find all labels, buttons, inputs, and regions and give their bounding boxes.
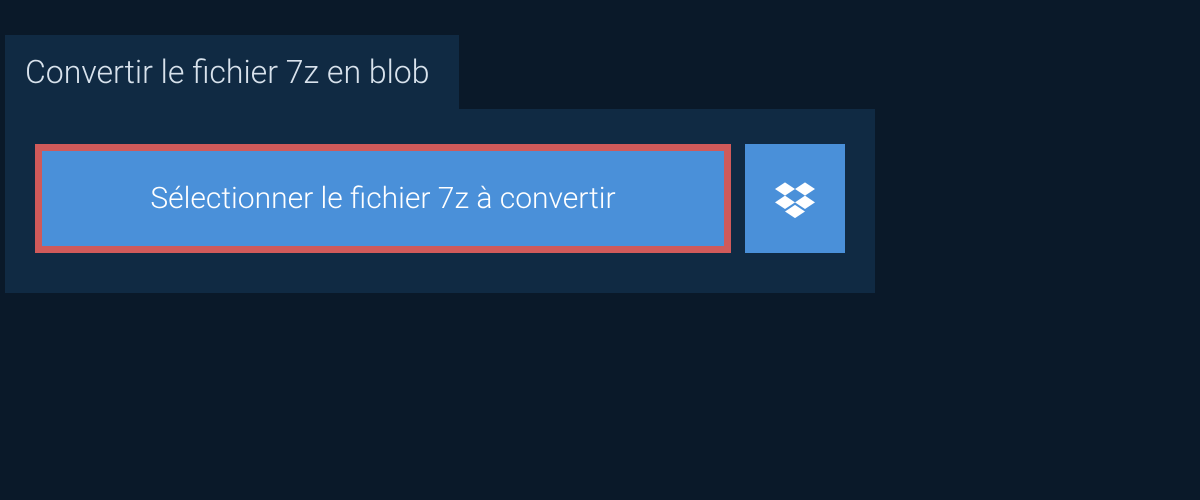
select-file-label: Sélectionner le fichier 7z à convertir <box>150 181 615 216</box>
select-file-button[interactable]: Sélectionner le fichier 7z à convertir <box>35 144 731 253</box>
page-title-text: Convertir le fichier 7z en blob <box>25 53 429 91</box>
page-title-tab: Convertir le fichier 7z en blob <box>5 35 459 109</box>
upload-panel: Sélectionner le fichier 7z à convertir <box>5 109 875 293</box>
converter-container: Convertir le fichier 7z en blob Sélectio… <box>0 0 1200 293</box>
dropbox-button[interactable] <box>745 144 845 253</box>
dropbox-icon <box>775 179 815 219</box>
